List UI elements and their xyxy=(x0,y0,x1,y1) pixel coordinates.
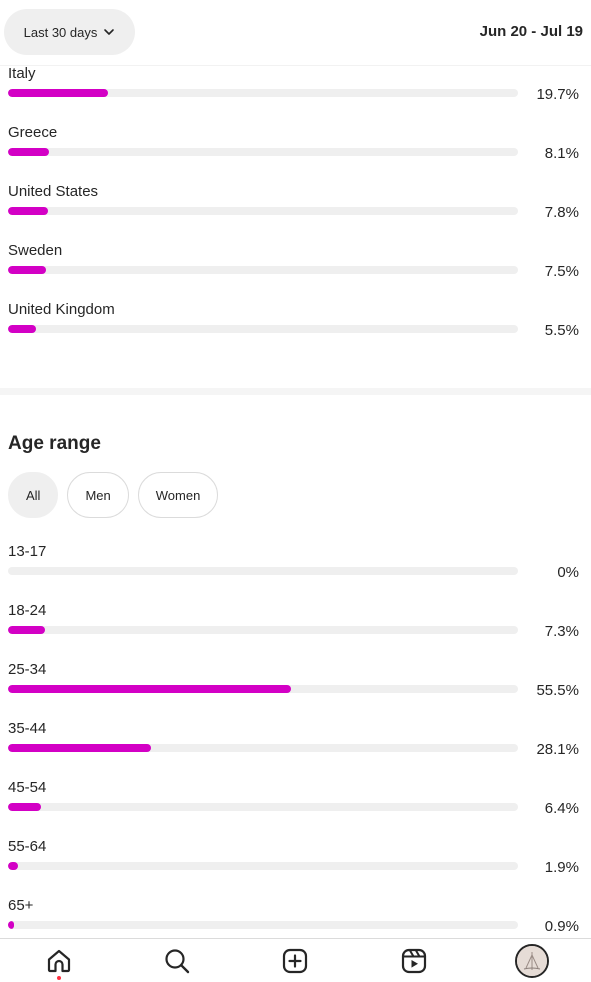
country-row: United Kingdom 5.5% xyxy=(0,301,591,360)
bar-fill xyxy=(8,626,46,634)
bar-track xyxy=(8,325,518,333)
bar-track xyxy=(8,148,518,156)
country-percentage: 7.5% xyxy=(544,263,579,280)
country-percentage: 19.7% xyxy=(536,86,579,103)
bar-track xyxy=(8,567,518,575)
country-row: Sweden 7.5% xyxy=(0,242,591,301)
date-range-dropdown-label: Last 30 days xyxy=(23,24,98,40)
bar-fill xyxy=(8,266,47,274)
bar-track xyxy=(8,862,518,870)
chevron-down-icon xyxy=(104,29,115,35)
gender-filter-chips: All Men Women xyxy=(8,472,219,518)
nav-create[interactable] xyxy=(270,939,320,982)
age-row: 13-17 0% xyxy=(0,543,591,602)
country-row: Greece 8.1% xyxy=(0,124,591,183)
country-percentage: 7.8% xyxy=(544,204,579,221)
age-label: 65+ xyxy=(8,897,34,914)
filter-chip-all[interactable]: All xyxy=(8,472,59,518)
age-row: 25-34 55.5% xyxy=(0,661,591,720)
age-label: 18-24 xyxy=(8,602,47,619)
date-range-text: Jun 20 - Jul 19 xyxy=(479,23,583,40)
bar-fill xyxy=(8,803,41,811)
bar-fill xyxy=(8,148,50,156)
filter-chip-women[interactable]: Women xyxy=(137,472,219,518)
bar-track xyxy=(8,803,518,811)
bar-track xyxy=(8,207,518,215)
country-percentage: 5.5% xyxy=(544,322,579,339)
notification-dot xyxy=(57,975,62,980)
bar-fill xyxy=(8,89,109,97)
country-label: United States xyxy=(8,183,99,200)
bar-fill xyxy=(8,685,292,693)
age-percentage: 7.3% xyxy=(544,623,579,640)
age-percentage: 6.4% xyxy=(544,800,579,817)
country-row: United States 7.8% xyxy=(0,183,591,242)
bar-fill xyxy=(8,325,37,333)
age-range-title: Age range xyxy=(8,433,101,454)
age-row: 18-24 7.3% xyxy=(0,602,591,661)
top-bar: Last 30 days Jun 20 - Jul 19 xyxy=(0,0,591,66)
country-label: Greece xyxy=(8,124,58,141)
age-percentage: 0.9% xyxy=(544,918,579,935)
create-icon xyxy=(283,948,308,973)
section-divider xyxy=(0,388,591,395)
search-icon xyxy=(165,948,190,973)
bar-fill xyxy=(8,744,152,752)
bar-track xyxy=(8,89,518,97)
age-percentage: 55.5% xyxy=(536,682,579,699)
country-label: Italy xyxy=(8,65,36,82)
profile-avatar xyxy=(514,943,549,978)
age-label: 25-34 xyxy=(8,661,47,678)
bar-track xyxy=(8,744,518,752)
bar-track xyxy=(8,685,518,693)
avatar-image xyxy=(516,945,547,976)
bar-fill xyxy=(8,207,48,215)
filter-chip-men[interactable]: Men xyxy=(67,472,129,518)
age-row: 55-64 1.9% xyxy=(0,838,591,897)
bar-track xyxy=(8,266,518,274)
bar-track xyxy=(8,921,518,929)
home-icon xyxy=(47,949,71,972)
bottom-nav-bar xyxy=(0,938,591,982)
country-label: United Kingdom xyxy=(8,301,115,318)
age-label: 35-44 xyxy=(8,720,47,737)
nav-home[interactable] xyxy=(34,939,84,982)
age-label: 45-54 xyxy=(8,779,47,796)
reels-icon xyxy=(401,948,426,973)
age-label: 13-17 xyxy=(8,543,47,560)
country-label: Sweden xyxy=(8,242,63,259)
age-row: 45-54 6.4% xyxy=(0,779,591,838)
bar-track xyxy=(8,626,518,634)
country-percentage: 8.1% xyxy=(544,145,579,162)
bar-fill xyxy=(8,921,15,929)
age-percentage: 28.1% xyxy=(536,741,579,758)
age-label: 55-64 xyxy=(8,838,47,855)
bar-fill xyxy=(8,862,18,870)
age-row: 35-44 28.1% xyxy=(0,720,591,779)
nav-search[interactable] xyxy=(152,939,202,982)
nav-profile[interactable] xyxy=(507,939,557,982)
date-range-dropdown[interactable]: Last 30 days xyxy=(4,9,135,55)
nav-reels[interactable] xyxy=(389,939,439,982)
age-percentage: 1.9% xyxy=(544,859,579,876)
country-row: Italy 19.7% xyxy=(0,65,591,124)
age-percentage: 0% xyxy=(557,564,579,581)
